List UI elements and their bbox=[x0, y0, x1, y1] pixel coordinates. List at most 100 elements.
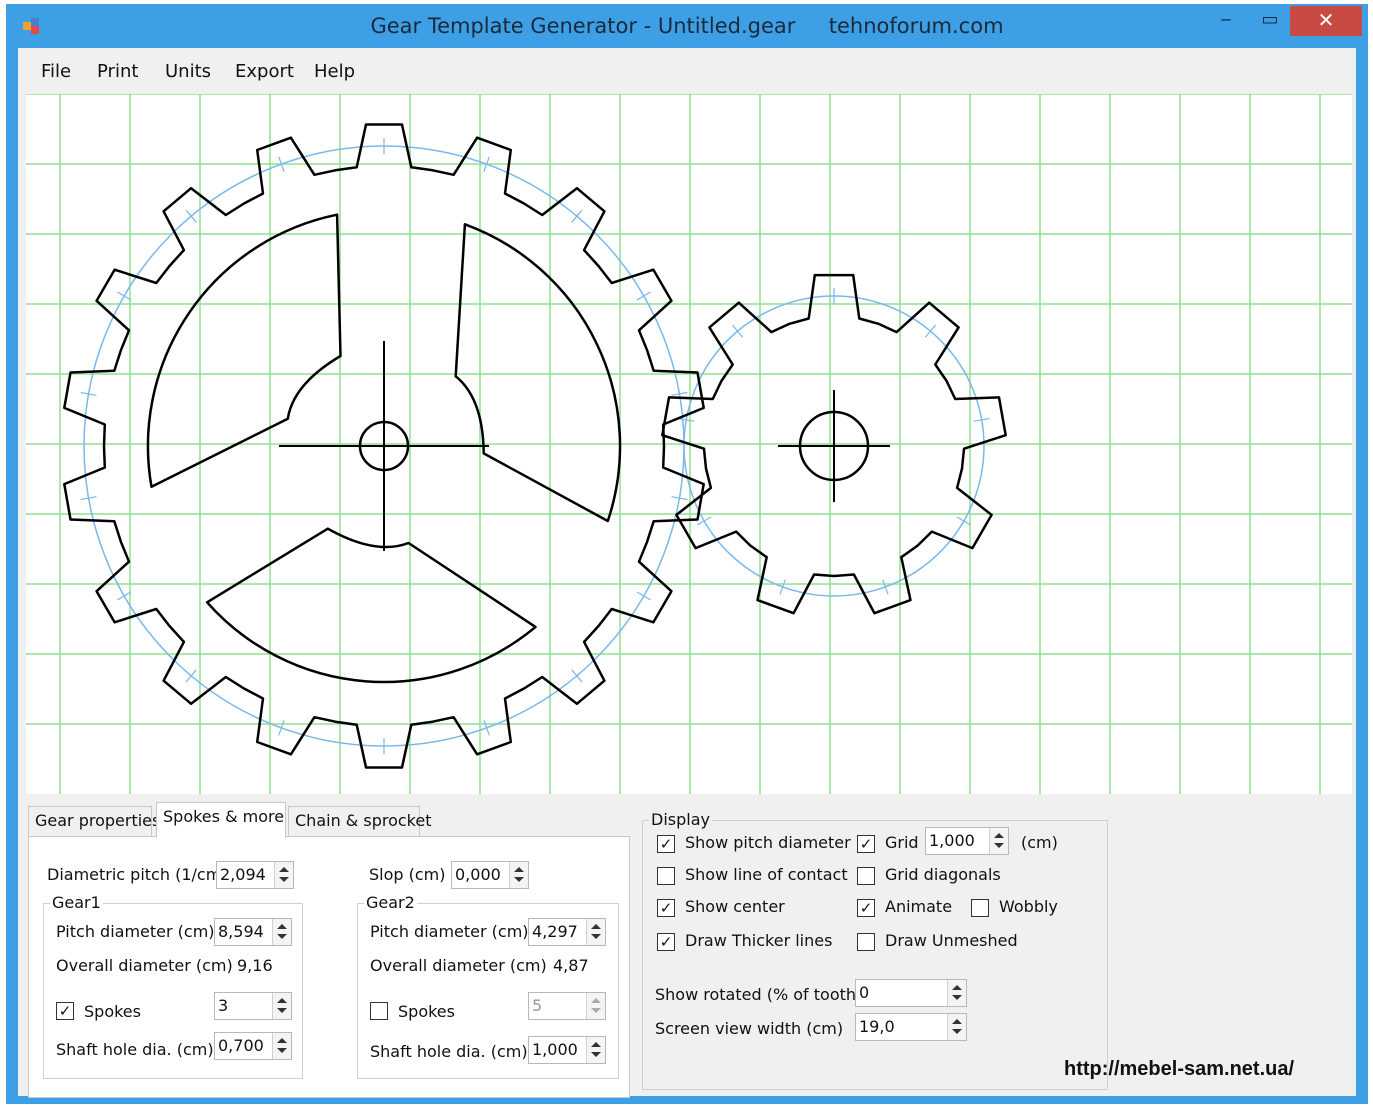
grid-unit-label: (cm) bbox=[1021, 833, 1058, 852]
slop-stepper[interactable]: 0,000 bbox=[451, 861, 529, 889]
gear1-shaft-stepper[interactable]: 0,700 bbox=[214, 1032, 292, 1060]
gear1-overall-label: Overall diameter (cm) bbox=[56, 956, 233, 975]
grid-size-stepper[interactable]: 1,000 bbox=[925, 827, 1009, 855]
gear2-overall-value: 4,87 bbox=[553, 956, 589, 975]
gear2-pitch-label: Pitch diameter (cm) bbox=[370, 922, 529, 941]
gear1-pitch-tick bbox=[571, 669, 583, 683]
gear1-shaft-value[interactable]: 0,700 bbox=[218, 1036, 264, 1055]
screen-view-width-value[interactable]: 19,0 bbox=[859, 1017, 895, 1036]
gear1-group: Gear1 Pitch diameter (cm) 8,594 Overall … bbox=[43, 893, 303, 1079]
gear1-pitch-value[interactable]: 8,594 bbox=[218, 922, 264, 941]
tab-spokes-more[interactable]: Spokes & more bbox=[156, 802, 286, 838]
gear1-pitch-stepper[interactable]: 8,594 bbox=[214, 918, 292, 946]
spokes-tab-page: Diametric pitch (1/cm) 2,094 Slop (cm) 0… bbox=[28, 836, 630, 1098]
title-bar[interactable]: Gear Template Generator - Untitled.gear … bbox=[6, 4, 1368, 48]
show-center-checkbox[interactable]: ✓ bbox=[657, 899, 675, 917]
show-line-of-contact-checkbox[interactable] bbox=[657, 867, 675, 885]
stepper-arrows-icon[interactable] bbox=[989, 828, 1008, 854]
grid-label: Grid bbox=[885, 833, 919, 852]
menu-file[interactable]: File bbox=[41, 61, 71, 82]
gear1-title: Gear1 bbox=[50, 893, 103, 912]
menu-units[interactable]: Units bbox=[165, 61, 211, 82]
wobbly-checkbox[interactable] bbox=[971, 899, 989, 917]
stepper-arrows-icon[interactable] bbox=[586, 1037, 605, 1063]
gear1-spokes-value[interactable]: 3 bbox=[218, 996, 228, 1015]
show-rotated-label: Show rotated (% of tooth) bbox=[655, 985, 863, 1004]
gear1-pitch-tick bbox=[185, 669, 197, 683]
screen-view-width-stepper[interactable]: 19,0 bbox=[855, 1013, 967, 1041]
stepper-arrows-icon[interactable] bbox=[272, 919, 291, 945]
grid-size-value[interactable]: 1,000 bbox=[929, 831, 975, 850]
show-line-of-contact-label: Show line of contact bbox=[685, 865, 848, 884]
animate-checkbox[interactable]: ✓ bbox=[857, 899, 875, 917]
tab-gear-properties[interactable]: Gear properties bbox=[28, 806, 160, 836]
gear1-pitch-tick bbox=[185, 209, 197, 223]
gear2-spokes-value[interactable]: 5 bbox=[532, 996, 542, 1015]
gear2-spokes-label: Spokes bbox=[398, 1002, 455, 1021]
draw-unmeshed-label: Draw Unmeshed bbox=[885, 931, 1018, 950]
gear2-shaft-label: Shaft hole dia. (cm) bbox=[370, 1042, 528, 1061]
gear2-spokes-checkbox[interactable] bbox=[370, 1002, 388, 1020]
gear2-pitch-tick bbox=[924, 324, 937, 338]
client-area: File Print Units Export Help Gear proper… bbox=[18, 48, 1356, 1098]
gear2-pitch-stepper[interactable]: 4,297 bbox=[528, 918, 606, 946]
gear1-spokes-checkbox[interactable]: ✓ bbox=[56, 1002, 74, 1020]
draw-unmeshed-checkbox[interactable] bbox=[857, 933, 875, 951]
stepper-arrows-icon[interactable] bbox=[509, 862, 528, 888]
gear1-pitch-tick bbox=[636, 291, 652, 301]
minimize-button[interactable]: ‒ bbox=[1204, 6, 1248, 36]
stepper-arrows-icon[interactable] bbox=[272, 993, 291, 1019]
show-rotated-value[interactable]: 0 bbox=[859, 983, 869, 1002]
gear2-spokes-stepper[interactable]: 5 bbox=[528, 992, 606, 1020]
gear2-pitch-value[interactable]: 4,297 bbox=[532, 922, 578, 941]
draw-thicker-lines-checkbox[interactable]: ✓ bbox=[657, 933, 675, 951]
stepper-arrows-icon[interactable] bbox=[586, 993, 605, 1019]
stepper-arrows-icon[interactable] bbox=[947, 980, 966, 1006]
gear2-shaft-stepper[interactable]: 1,000 bbox=[528, 1036, 606, 1064]
bottom-panel: Gear properties Spokes & more Chain & sp… bbox=[18, 794, 1356, 1098]
screen-view-width-label: Screen view width (cm) bbox=[655, 1019, 844, 1038]
diametric-pitch-label: Diametric pitch (1/cm) bbox=[47, 865, 228, 884]
gear2-group: Gear2 Pitch diameter (cm) 4,297 Overall … bbox=[357, 893, 619, 1079]
stepper-arrows-icon[interactable] bbox=[947, 1014, 966, 1040]
window-title: Gear Template Generator - Untitled.gear … bbox=[370, 14, 1004, 38]
wobbly-label: Wobbly bbox=[999, 897, 1058, 916]
grid-checkbox[interactable]: ✓ bbox=[857, 835, 875, 853]
draw-thicker-lines-label: Draw Thicker lines bbox=[685, 931, 833, 950]
display-group: Display ✓ Show pitch diameter Show line … bbox=[642, 810, 1108, 1090]
gear1-spoke-cutout bbox=[205, 527, 537, 684]
gear1-pitch-tick bbox=[116, 291, 132, 301]
watermark-url: http://mebel-sam.net.ua/ bbox=[1064, 1058, 1295, 1080]
menu-help[interactable]: Help bbox=[314, 61, 355, 82]
menu-export[interactable]: Export bbox=[235, 61, 294, 82]
gear2-pitch-tick bbox=[731, 324, 744, 338]
slop-value[interactable]: 0,000 bbox=[455, 865, 501, 884]
gear1-spokes-stepper[interactable]: 3 bbox=[214, 992, 292, 1020]
menu-print[interactable]: Print bbox=[97, 61, 138, 82]
gear1-pitch-tick bbox=[571, 209, 583, 223]
maximize-button[interactable]: ▭ bbox=[1248, 6, 1292, 36]
gear2-shaft-value[interactable]: 1,000 bbox=[532, 1040, 578, 1059]
diametric-pitch-stepper[interactable]: 2,094 bbox=[216, 861, 294, 889]
gear1-overall-value: 9,16 bbox=[237, 956, 273, 975]
grid-diagonals-label: Grid diagonals bbox=[885, 865, 1001, 884]
gear-outlines bbox=[63, 123, 1007, 769]
grid-diagonals-checkbox[interactable] bbox=[857, 867, 875, 885]
gear2-title: Gear2 bbox=[364, 893, 417, 912]
tab-chain-sprocket[interactable]: Chain & sprocket bbox=[288, 806, 431, 836]
stepper-arrows-icon[interactable] bbox=[274, 862, 293, 888]
stepper-arrows-icon[interactable] bbox=[586, 919, 605, 945]
gear2-pitch-tick bbox=[696, 516, 712, 526]
gear1-shaft-label: Shaft hole dia. (cm) bbox=[56, 1040, 214, 1059]
close-button[interactable]: ✕ bbox=[1290, 6, 1362, 36]
stepper-arrows-icon[interactable] bbox=[272, 1033, 291, 1059]
gear1-pitch-tick bbox=[636, 591, 652, 601]
slop-label: Slop (cm) bbox=[369, 865, 446, 884]
app-window: Gear Template Generator - Untitled.gear … bbox=[6, 4, 1368, 1104]
show-pitch-diameter-checkbox[interactable]: ✓ bbox=[657, 835, 675, 853]
diametric-pitch-value[interactable]: 2,094 bbox=[220, 865, 266, 884]
gear2-overall-label: Overall diameter (cm) bbox=[370, 956, 547, 975]
show-rotated-stepper[interactable]: 0 bbox=[855, 979, 967, 1007]
gear-canvas[interactable] bbox=[26, 93, 1352, 794]
show-center-label: Show center bbox=[685, 897, 785, 916]
